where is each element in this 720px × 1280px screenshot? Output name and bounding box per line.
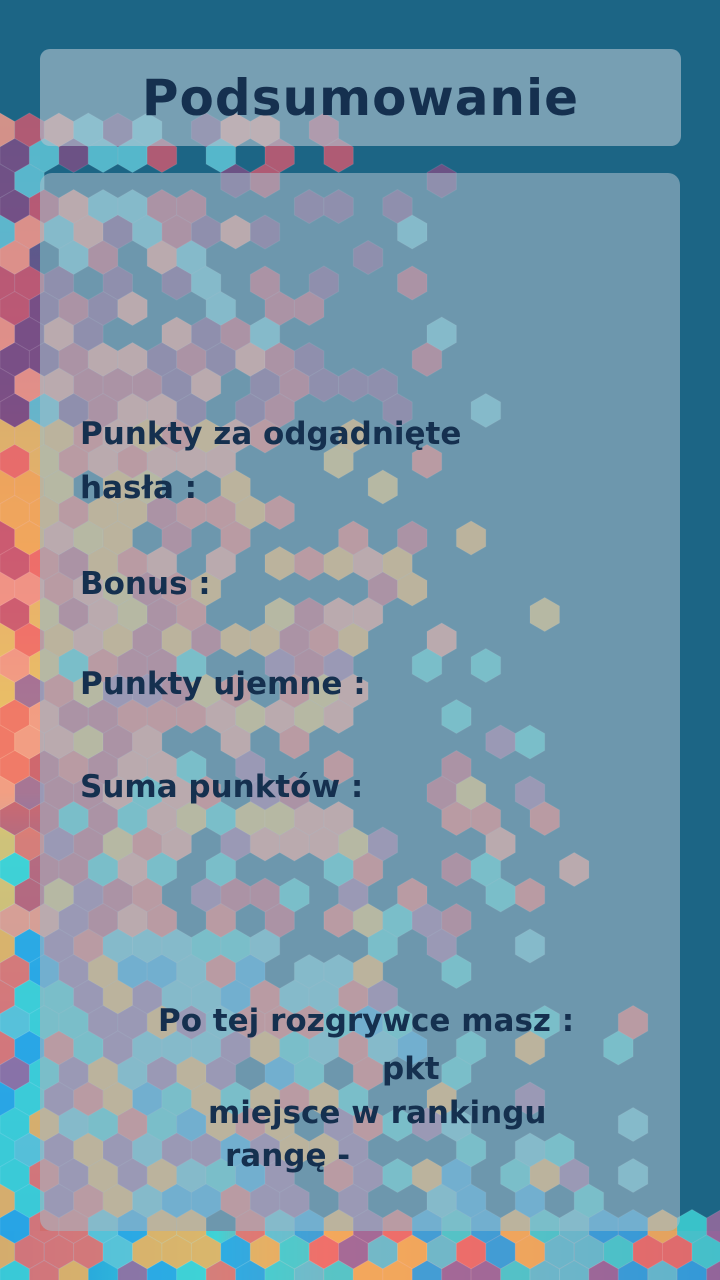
bonus-label: Bonus : xyxy=(80,566,211,602)
points-sum-row: Suma punktów : xyxy=(80,706,373,814)
summary-rank-line: miejsce w rankingu xyxy=(208,1095,547,1131)
guessed-points-label: Punkty za odgadnięte hasła : xyxy=(80,416,462,506)
summary-intro: Po tej rozgrywce masz : xyxy=(158,1003,575,1039)
summary-points-line: pkt xyxy=(382,1051,440,1087)
points-sum-label: Suma punktów : xyxy=(80,769,364,805)
summary-rank-label: miejsce w rankingu xyxy=(208,1095,547,1131)
summary-points-unit: pkt xyxy=(382,1051,440,1087)
summary-range-line: rangę - xyxy=(225,1138,350,1174)
guessed-points-row: Punkty za odgadnięte hasła : xyxy=(80,353,500,515)
title-panel: Podsumowanie xyxy=(40,49,681,146)
bonus-row: Bonus : xyxy=(80,503,221,611)
negative-points-row: Punkty ujemne : xyxy=(80,603,376,711)
page-title: Podsumowanie xyxy=(141,68,580,127)
negative-points-label: Punkty ujemne : xyxy=(80,666,366,702)
summary-range-label: rangę - xyxy=(225,1138,351,1174)
summary-panel: Punkty za odgadnięte hasła : Bonus : Pun… xyxy=(40,173,680,1231)
